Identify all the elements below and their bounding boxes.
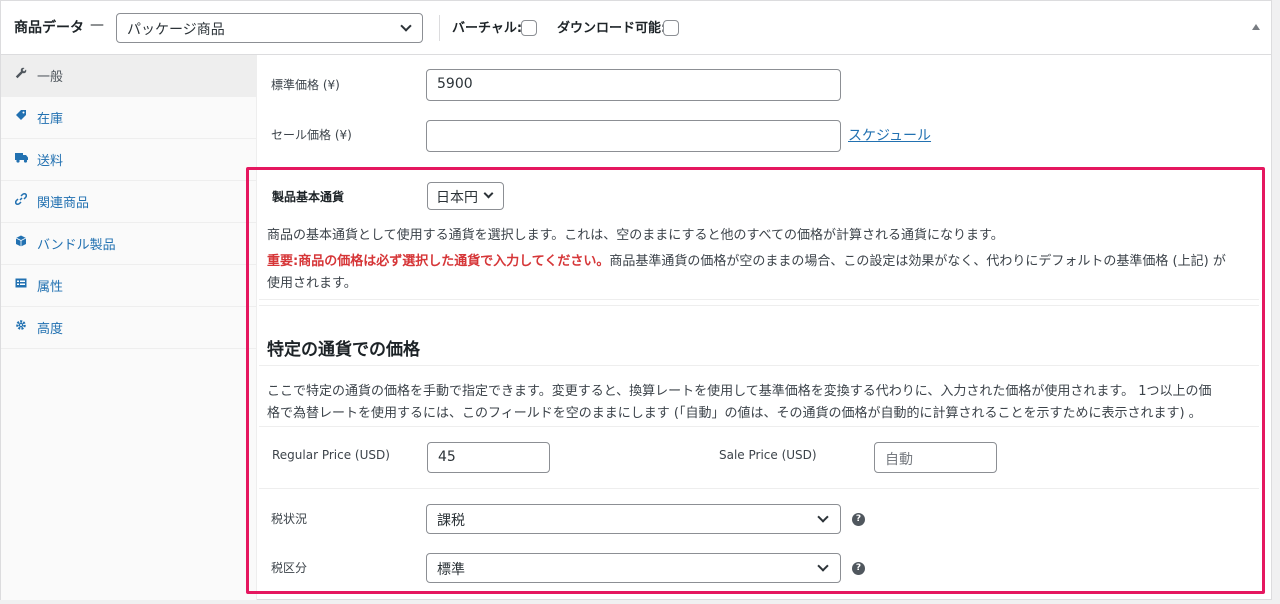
gear-icon [15,319,27,333]
important-text: 重要:商品の価格は必ず選択した通貨で入力してください。 [267,254,610,269]
important-rest-2: 使用されます。 [267,276,357,291]
tab-attributes-label: 属性 [37,280,64,295]
tab-bundled-products[interactable]: バンドル製品 [1,223,257,265]
tax-status-value: 課税 [437,513,465,529]
important-rest-1: 商品基準通貨の価格が空のままの場合、この設定は効果がなく、代わりにデフォルトの基… [609,254,1226,269]
schedule-link[interactable]: スケジュール [848,125,931,145]
product-data-header: 商品データ — パッケージ商品 バーチャル: ダウンロード可能: [1,1,1271,55]
downloadable-checkbox[interactable] [663,20,679,36]
tab-general-label: 一般 [37,70,64,85]
list-icon [15,277,27,291]
collapse-arrow-icon[interactable] [1252,24,1260,30]
section-desc-2: 格で為替レートを使用するには、このフィールドを空のままにします (「自動」の値は… [267,406,1202,421]
base-currency-value: 日本円 [436,190,478,206]
chevron-down-icon [817,560,829,572]
product-type-value: パッケージ商品 [127,22,225,38]
product-data-panel: 商品データ — パッケージ商品 バーチャル: ダウンロード可能: 一般 在庫 送… [0,0,1272,600]
usd-regular-price-input[interactable]: 45 [427,442,550,473]
divider [259,299,1259,300]
chevron-down-icon [817,511,829,523]
tab-shipping[interactable]: 送料 [1,139,257,181]
regular-price-label: 標準価格 (¥) [271,78,340,92]
tab-linked-products-label: 関連商品 [37,196,90,211]
usd-sale-price-input[interactable]: 自動 [874,442,997,473]
tab-advanced-label: 高度 [37,322,64,337]
header-divider [439,15,440,41]
header-separator: — [90,17,104,33]
specific-currency-heading: 特定の通貨での価格 [267,340,420,360]
tax-status-label: 税状況 [271,512,308,526]
tab-general[interactable]: 一般 [1,55,257,97]
base-currency-important-note: 重要:商品の価格は必ず選択した通貨で入力してください。商品基準通貨の価格が空のま… [267,251,1262,295]
tax-class-select[interactable]: 標準 [426,553,841,583]
tab-linked-products[interactable]: 関連商品 [1,181,257,223]
help-icon[interactable]: ? [852,562,865,575]
product-data-tabs: 一般 在庫 送料 関連商品 バンドル製品 属性 高度 [1,55,257,600]
tab-inventory-label: 在庫 [37,112,64,127]
product-type-select[interactable]: パッケージ商品 [116,13,423,43]
divider [259,426,1259,427]
usd-sale-price-placeholder: 自動 [885,452,913,468]
cube-icon [15,235,27,249]
usd-sale-price-label: Sale Price (USD) [719,448,817,462]
tab-inventory[interactable]: 在庫 [1,97,257,139]
usd-regular-price-value: 45 [438,449,456,465]
tab-shipping-label: 送料 [37,154,64,169]
divider [259,488,1259,489]
usd-regular-price-label: Regular Price (USD) [272,448,390,462]
divider [259,365,1259,366]
specific-currency-description: ここで特定の通貨の価格を手動で指定できます。変更すると、換算レートを使用して基準… [267,381,1262,425]
chevron-down-icon [483,188,494,199]
tab-attributes[interactable]: 属性 [1,265,257,307]
base-currency-select[interactable]: 日本円 [427,182,504,210]
divider [259,305,1259,306]
downloadable-label: ダウンロード可能: [557,21,667,36]
tag-icon [15,109,27,123]
base-currency-label: 製品基本通貨 [272,190,345,204]
sale-price-input[interactable] [426,120,841,152]
regular-price-value: 5900 [437,76,473,92]
regular-price-input[interactable]: 5900 [426,69,841,101]
base-currency-description: 商品の基本通貨として使用する通貨を選択します。これは、空のままにすると他のすべて… [267,228,1004,243]
truck-icon [15,151,28,165]
virtual-label: バーチャル: [452,21,523,36]
sale-price-label: セール価格 (¥) [271,128,352,142]
virtual-checkbox[interactable] [521,20,537,36]
wrench-icon [15,67,27,81]
tax-class-value: 標準 [437,562,465,578]
tab-advanced[interactable]: 高度 [1,307,257,349]
section-desc-1: ここで特定の通貨の価格を手動で指定できます。変更すると、換算レートを使用して基準… [267,384,1212,399]
tax-class-label: 税区分 [271,561,308,575]
chevron-down-icon [400,20,412,32]
help-icon[interactable]: ? [852,513,865,526]
tax-status-select[interactable]: 課税 [426,504,841,534]
product-data-title: 商品データ [14,20,84,36]
link-icon [15,193,27,207]
tab-bundled-products-label: バンドル製品 [37,238,116,253]
